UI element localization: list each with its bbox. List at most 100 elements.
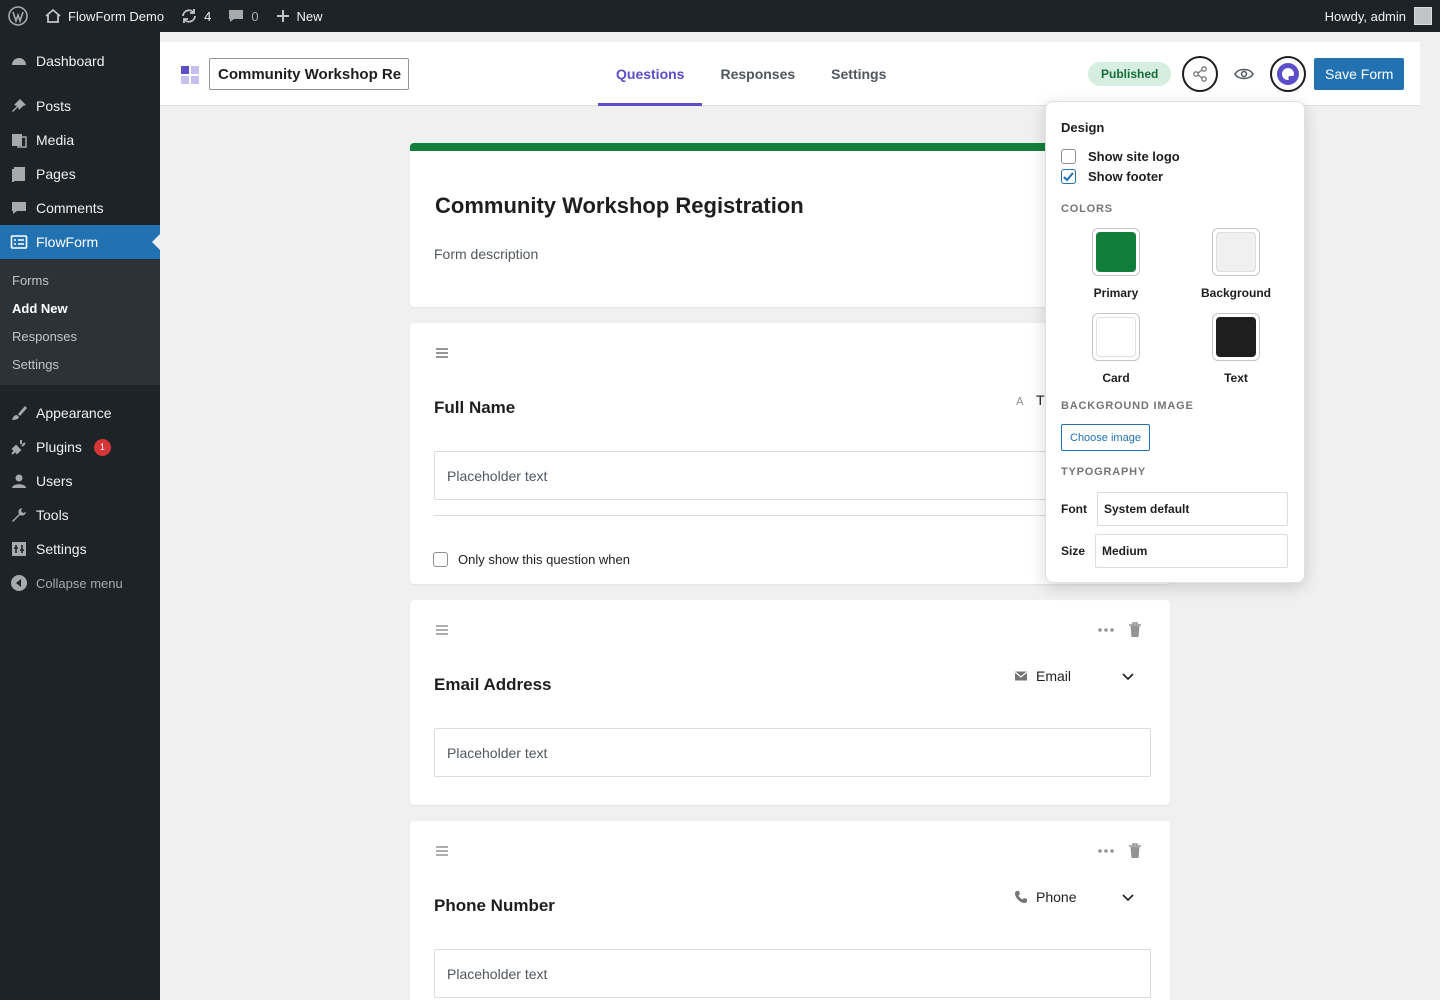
submenu-forms[interactable]: Forms xyxy=(0,266,160,294)
media-icon xyxy=(10,131,28,149)
choose-image-button[interactable]: Choose image xyxy=(1061,424,1150,451)
more-options-icon[interactable] xyxy=(1096,622,1116,638)
color-swatch-card[interactable]: Card xyxy=(1076,313,1156,385)
svg-text:A: A xyxy=(1016,395,1024,407)
account-menu[interactable]: Howdy, admin xyxy=(1325,0,1432,32)
swatch-button[interactable] xyxy=(1092,228,1140,276)
typography-heading: Typography xyxy=(1061,466,1147,478)
submenu-settings[interactable]: Settings xyxy=(0,350,160,378)
color-swatch-text[interactable]: Text xyxy=(1196,313,1276,385)
sidebar-item-plugins[interactable]: Plugins 1 xyxy=(0,430,160,464)
question-title[interactable]: Email Address xyxy=(434,675,551,695)
show-footer-option[interactable]: Show footer xyxy=(1061,169,1163,184)
tab-settings[interactable]: Settings xyxy=(813,42,904,106)
checkmark-icon xyxy=(1063,172,1074,182)
design-popover: Design Show site logo Show footer Colors… xyxy=(1045,101,1305,583)
sidebar-item-media[interactable]: Media xyxy=(0,123,160,157)
delete-icon[interactable] xyxy=(1128,622,1142,638)
text-icon: A xyxy=(1014,393,1028,407)
collapse-arrow-icon xyxy=(10,574,28,592)
show-site-logo-checkbox[interactable] xyxy=(1061,149,1076,164)
share-button[interactable] xyxy=(1182,56,1218,92)
phone-icon xyxy=(1014,890,1028,904)
answer-placeholder-field[interactable]: Placeholder text xyxy=(434,728,1151,777)
conditional-checkbox[interactable] xyxy=(433,552,448,567)
drag-handle-icon[interactable] xyxy=(434,843,450,859)
wordpress-logo-button[interactable] xyxy=(0,0,36,32)
admin-bar: FlowForm Demo 4 0 New Howdy, admin xyxy=(0,0,1440,32)
wrench-icon xyxy=(10,506,28,524)
comments-count: 0 xyxy=(251,8,259,24)
question-type-select[interactable]: A T xyxy=(1014,392,1045,408)
swatch-button[interactable] xyxy=(1092,313,1140,361)
question-card: Email Address Email Placeholder text xyxy=(410,600,1170,805)
sidebar-item-dashboard[interactable]: Dashboard xyxy=(0,44,160,78)
drag-handle-icon[interactable] xyxy=(434,622,450,638)
brush-icon xyxy=(10,404,28,422)
submenu-responses[interactable]: Responses xyxy=(0,322,160,350)
updates-count: 4 xyxy=(204,8,212,24)
eye-icon xyxy=(1234,67,1254,81)
question-type-select[interactable]: Phone xyxy=(1014,889,1076,905)
swatch-label: Text xyxy=(1224,371,1248,385)
form-title[interactable]: Community Workshop Registration xyxy=(435,193,804,219)
more-options-icon[interactable] xyxy=(1096,843,1116,859)
delete-icon[interactable] xyxy=(1128,843,1142,859)
swatch-button[interactable] xyxy=(1212,228,1260,276)
answer-placeholder-field[interactable]: Placeholder text xyxy=(434,451,1151,500)
question-title[interactable]: Full Name xyxy=(434,398,515,418)
sidebar-item-label: Comments xyxy=(36,200,104,216)
greeting: Howdy, admin xyxy=(1324,8,1406,24)
preview-button[interactable] xyxy=(1226,56,1262,92)
site-name: FlowForm Demo xyxy=(68,8,165,24)
question-title[interactable]: Phone Number xyxy=(434,896,555,916)
grid-icon[interactable] xyxy=(180,65,200,85)
divider xyxy=(434,515,1151,516)
tab-questions[interactable]: Questions xyxy=(598,42,703,106)
color-swatch-primary[interactable]: Primary xyxy=(1076,228,1156,300)
answer-placeholder-field[interactable]: Placeholder text xyxy=(434,949,1151,998)
drag-handle-icon[interactable] xyxy=(434,345,450,361)
show-site-logo-option[interactable]: Show site logo xyxy=(1061,149,1180,164)
show-footer-checkbox[interactable] xyxy=(1061,169,1076,184)
updates-link[interactable]: 4 xyxy=(172,0,219,32)
home-icon xyxy=(44,7,62,25)
form-description[interactable]: Form description xyxy=(434,246,538,262)
new-content-link[interactable]: New xyxy=(267,0,331,32)
color-swatch-background[interactable]: Background xyxy=(1196,228,1276,300)
sidebar-item-settings[interactable]: Settings xyxy=(0,532,160,566)
chevron-down-icon[interactable] xyxy=(1120,668,1136,684)
form-editor-header: Community Workshop Re Questions Response… xyxy=(160,42,1420,106)
sidebar-item-users[interactable]: Users xyxy=(0,464,160,498)
size-select[interactable]: Medium xyxy=(1095,534,1288,568)
editor-tabs: Questions Responses Settings xyxy=(598,42,904,106)
submenu-add-new[interactable]: Add New xyxy=(0,294,160,322)
sidebar-item-appearance[interactable]: Appearance xyxy=(0,396,160,430)
sidebar-item-comments[interactable]: Comments xyxy=(0,191,160,225)
swatch-button[interactable] xyxy=(1212,313,1260,361)
sidebar-item-posts[interactable]: Posts xyxy=(0,89,160,123)
sidebar-item-label: Settings xyxy=(36,541,87,557)
form-icon xyxy=(10,233,28,251)
envelope-icon xyxy=(1014,669,1028,683)
sidebar-item-flowform[interactable]: FlowForm xyxy=(0,225,160,259)
sidebar-item-tools[interactable]: Tools xyxy=(0,498,160,532)
collapse-menu-button[interactable]: Collapse menu xyxy=(0,566,160,600)
font-label: Font xyxy=(1061,502,1087,516)
plus-icon xyxy=(275,8,291,24)
save-form-button[interactable]: Save Form xyxy=(1314,58,1405,90)
swatch-label: Card xyxy=(1102,371,1130,385)
chevron-down-icon[interactable] xyxy=(1120,889,1136,905)
font-select[interactable]: System default xyxy=(1097,492,1288,526)
comments-link[interactable]: 0 xyxy=(219,0,266,32)
sidebar-item-label: Media xyxy=(36,132,75,148)
question-type-select[interactable]: Email xyxy=(1014,668,1071,684)
sidebar-item-label: Appearance xyxy=(36,405,112,421)
tab-responses[interactable]: Responses xyxy=(702,42,813,106)
form-name-input[interactable]: Community Workshop Re xyxy=(209,58,409,90)
conditional-logic-toggle[interactable]: Only show this question when xyxy=(433,552,630,567)
site-name-link[interactable]: FlowForm Demo xyxy=(36,0,172,32)
sidebar-item-pages[interactable]: Pages xyxy=(0,157,160,191)
design-button[interactable] xyxy=(1270,56,1306,92)
settings-icon xyxy=(10,540,28,558)
